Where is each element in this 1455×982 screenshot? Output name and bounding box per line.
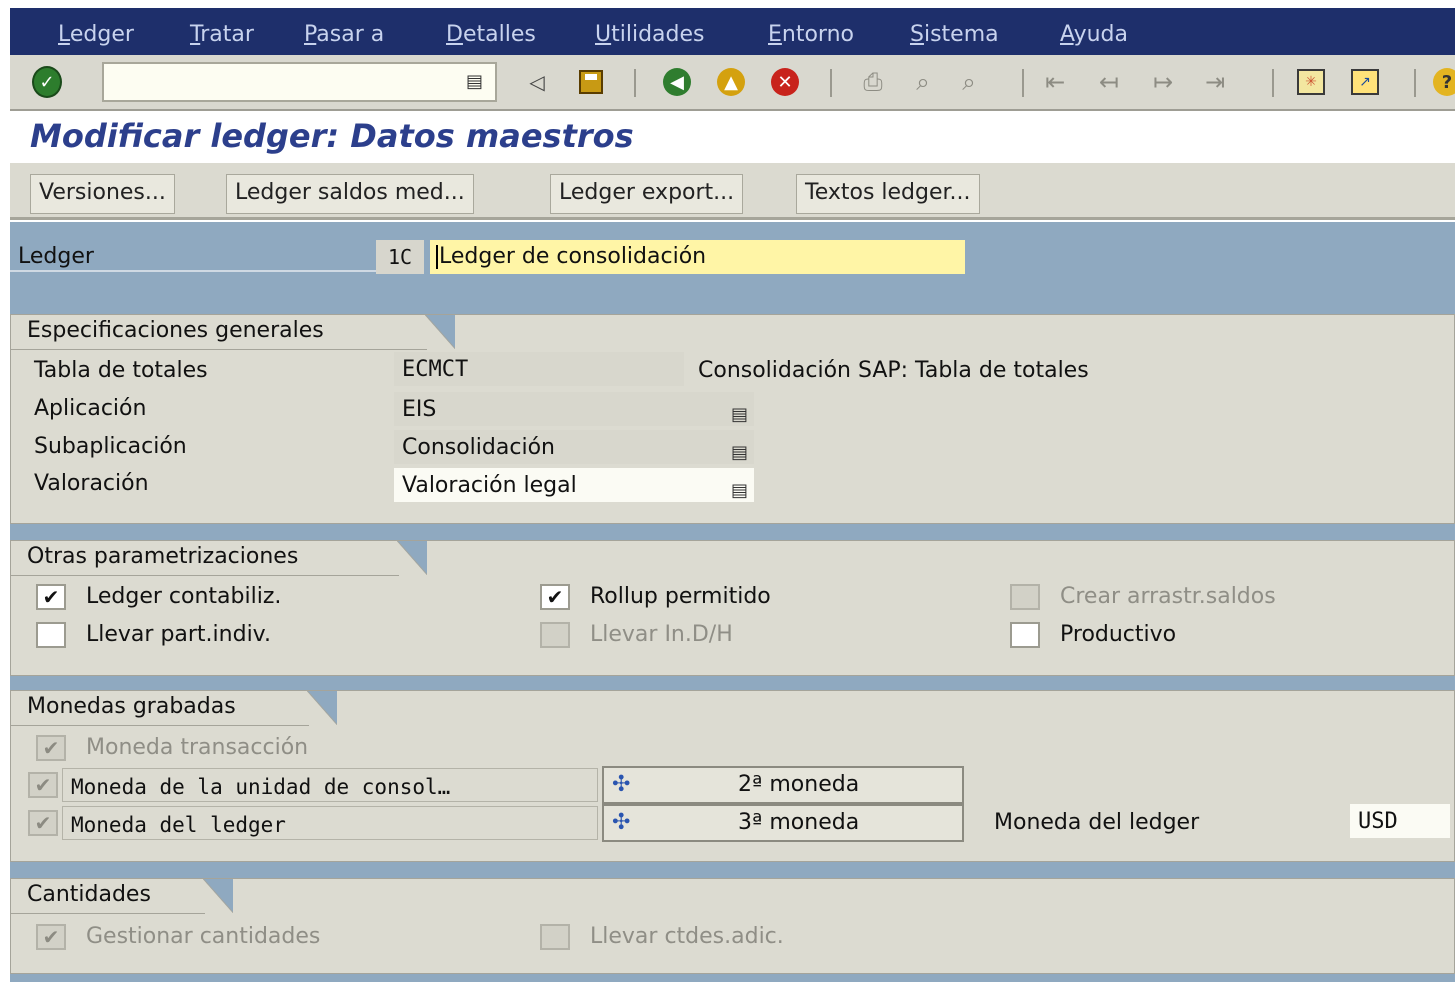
moneda-unidad-label: Moneda de la unidad de consol…: [62, 768, 598, 802]
exit-icon[interactable]: ▲: [716, 67, 746, 97]
separator: [1414, 69, 1416, 97]
separator: [830, 69, 832, 97]
subaplicacion-value: Consolidación: [402, 435, 555, 460]
valoracion-field[interactable]: Valoración legal ▤: [394, 468, 754, 502]
previous-page-icon[interactable]: ↤: [1094, 67, 1124, 97]
tabla-totales-description: Consolidación SAP: Tabla de totales: [698, 358, 1089, 383]
separator: [634, 69, 636, 97]
group-title: Cantidades: [11, 879, 233, 914]
llevar-ctdes-adic-label: Llevar ctdes.adic.: [590, 924, 784, 949]
tercera-moneda-button[interactable]: ✣ 3ª moneda: [602, 804, 964, 842]
segunda-moneda-label: 2ª moneda: [738, 772, 860, 797]
menu-tratar[interactable]: Tratar: [190, 22, 254, 47]
separator: [1272, 69, 1274, 97]
menu-detalles[interactable]: Detalles: [446, 22, 536, 47]
ledger-saldos-button[interactable]: Ledger saldos med...: [226, 174, 474, 214]
gestionar-cantidades-label: Gestionar cantidades: [86, 924, 321, 949]
ledger-contabiliz-label: Ledger contabiliz.: [86, 584, 282, 609]
menu-sistema[interactable]: Sistema: [910, 22, 999, 47]
valoracion-label: Valoración: [34, 471, 149, 496]
textos-ledger-button[interactable]: Textos ledger...: [796, 174, 980, 214]
next-page-icon[interactable]: ↦: [1148, 67, 1178, 97]
group-title: Especificaciones generales: [11, 315, 455, 350]
crear-arrastr-saldos-label: Crear arrastr.saldos: [1060, 584, 1276, 609]
llevar-in-dh-label: Llevar In.D/H: [590, 622, 733, 647]
separator: [1022, 69, 1024, 97]
cancel-icon[interactable]: ✕: [770, 67, 800, 97]
llevar-ctdes-adic-checkbox: [540, 924, 570, 950]
back-icon[interactable]: ◀: [662, 67, 692, 97]
moneda-transaccion-label: Moneda transacción: [86, 735, 309, 760]
menu-ayuda[interactable]: Ayuda: [1060, 22, 1128, 47]
ledger-label: Ledger: [10, 240, 380, 272]
tercera-moneda-label: 3ª moneda: [738, 810, 860, 835]
ledger-description-field[interactable]: Ledger de consolidación: [430, 240, 965, 274]
save-icon[interactable]: [576, 67, 606, 97]
find-next-icon[interactable]: ⌕: [954, 67, 984, 97]
moneda-ledger-checkbox: ✔: [28, 810, 58, 836]
ledger-export-button[interactable]: Ledger export...: [550, 174, 744, 214]
print-icon[interactable]: ⎙: [858, 67, 888, 97]
aplicacion-label: Aplicación: [34, 396, 147, 421]
aplicacion-field[interactable]: EIS ▤: [394, 392, 754, 426]
first-page-icon[interactable]: ⇤: [1040, 67, 1070, 97]
subaplicacion-field[interactable]: Consolidación ▤: [394, 430, 754, 464]
dropdown-icon[interactable]: ▤: [731, 397, 748, 433]
productivo-label: Productivo: [1060, 622, 1177, 647]
create-session-icon[interactable]: ✳: [1296, 67, 1326, 97]
ledger-description-text: Ledger de consolidación: [439, 244, 707, 269]
dropdown-icon[interactable]: ▤: [466, 71, 488, 93]
dropdown-icon[interactable]: ▤: [731, 435, 748, 471]
tabla-totales-field[interactable]: ECMCT: [394, 352, 684, 386]
segunda-moneda-button[interactable]: ✣ 2ª moneda: [602, 766, 964, 804]
rollup-permitido-label: Rollup permitido: [590, 584, 771, 609]
page-title: Modificar ledger: Datos maestros: [30, 117, 634, 155]
crear-arrastr-saldos-checkbox: [1010, 584, 1040, 610]
group-title: Otras parametrizaciones: [11, 541, 427, 576]
ledger-contabiliz-checkbox[interactable]: ✔: [36, 584, 66, 610]
menu-entorno[interactable]: Entorno: [768, 22, 854, 47]
llevar-part-indiv-checkbox[interactable]: [36, 622, 66, 648]
group-title: Monedas grabadas: [11, 691, 337, 726]
ledger-code-field[interactable]: 1C: [376, 240, 424, 274]
moneda-unidad-checkbox: ✔: [28, 772, 58, 798]
menu-pasar-a[interactable]: Pasar a: [304, 22, 384, 47]
last-page-icon[interactable]: ⇥: [1200, 67, 1230, 97]
command-field[interactable]: [102, 62, 497, 102]
moneda-del-ledger-field[interactable]: USD: [1350, 804, 1450, 838]
back-arrow-icon[interactable]: ◁: [522, 67, 552, 97]
menu-utilidades[interactable]: Utilidades: [595, 22, 704, 47]
rollup-permitido-checkbox[interactable]: ✔: [540, 584, 570, 610]
valoracion-value: Valoración legal: [402, 473, 577, 498]
system-toolbar: ✓ ▤ ◁ ◀ ▲ ✕ ⎙ ⌕ ⌕ ⇤ ↤ ↦ ⇥ ✳ ↗ ?: [10, 55, 1455, 111]
llevar-part-indiv-label: Llevar part.indiv.: [86, 622, 271, 647]
enter-icon[interactable]: ✓: [32, 66, 62, 98]
moneda-transaccion-checkbox: ✔: [36, 735, 66, 761]
currency-icon: ✣: [612, 810, 631, 835]
moneda-del-ledger-label: Moneda del ledger: [994, 810, 1200, 835]
find-icon[interactable]: ⌕: [908, 67, 938, 97]
currency-icon: ✣: [612, 772, 631, 797]
menu-bar: Ledger Tratar Pasar a Detalles Utilidade…: [10, 8, 1455, 55]
shortcut-icon[interactable]: ↗: [1350, 67, 1380, 97]
menu-ledger[interactable]: Ledger: [58, 22, 134, 47]
llevar-in-dh-checkbox: [540, 622, 570, 648]
gestionar-cantidades-checkbox: ✔: [36, 924, 66, 950]
aplicacion-value: EIS: [402, 397, 437, 422]
subaplicacion-label: Subaplicación: [34, 434, 187, 459]
help-icon[interactable]: ?: [1432, 67, 1455, 97]
moneda-ledger-row-label: Moneda del ledger: [62, 806, 598, 840]
productivo-checkbox[interactable]: [1010, 622, 1040, 648]
dropdown-icon[interactable]: ▤: [731, 473, 748, 509]
versiones-button[interactable]: Versiones...: [30, 174, 175, 214]
tabla-totales-label: Tabla de totales: [34, 358, 208, 383]
